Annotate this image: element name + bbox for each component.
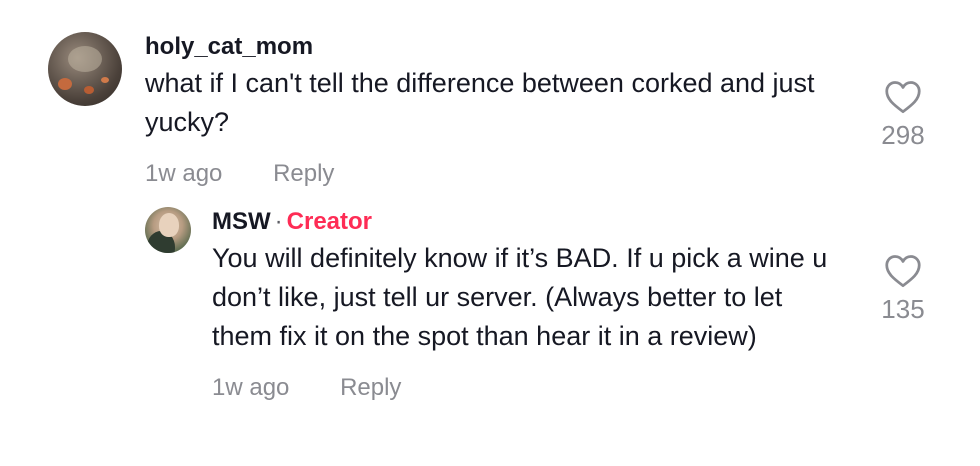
like-count: 298	[881, 120, 925, 150]
like-button[interactable]: 298	[873, 80, 933, 151]
comment-thread: holy_cat_mom what if I can't tell the di…	[0, 0, 980, 466]
separator: ·	[274, 208, 283, 235]
avatar[interactable]	[48, 32, 122, 106]
comment-text: You will definitely know if it’s BAD. If…	[212, 243, 828, 351]
reply-button[interactable]: Reply	[340, 374, 401, 401]
comment-username[interactable]: MSW	[212, 208, 271, 235]
creator-badge: Creator	[286, 208, 373, 235]
comment-header: MSW · Creator	[212, 207, 862, 237]
reply-button[interactable]: Reply	[273, 160, 334, 187]
comment-timestamp: 1w ago	[212, 374, 290, 401]
heart-outline-icon	[873, 254, 933, 288]
like-count: 135	[881, 294, 925, 324]
comment-meta: 1w ago Reply	[145, 160, 835, 188]
comment-body: MSW · Creator You will definitely know if …	[212, 207, 862, 402]
heart-outline-icon	[873, 80, 933, 114]
comment-timestamp: 1w ago	[145, 160, 223, 187]
comment-username[interactable]: holy_cat_mom	[145, 32, 835, 62]
avatar[interactable]	[145, 207, 191, 253]
comment-text: what if I can't tell the difference betw…	[145, 68, 815, 137]
comment-meta: 1w ago Reply	[212, 374, 862, 402]
like-button[interactable]: 135	[873, 254, 933, 325]
comment-body: holy_cat_mom what if I can't tell the di…	[145, 32, 835, 188]
